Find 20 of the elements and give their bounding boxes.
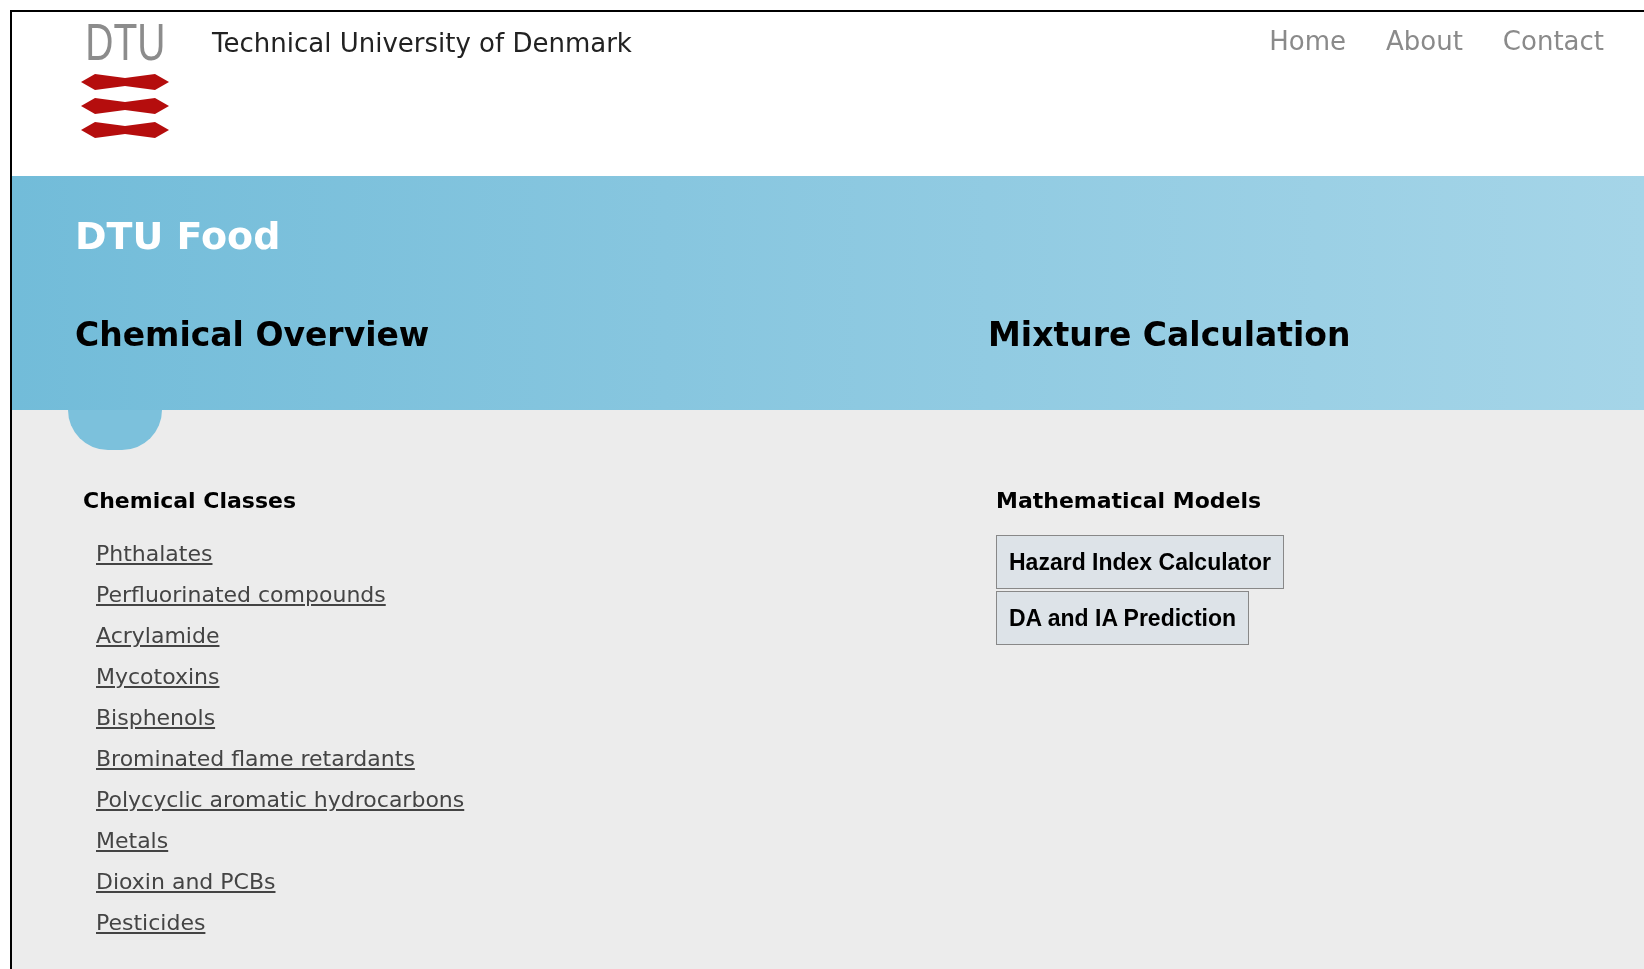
model-button[interactable]: DA and IA Prediction — [996, 591, 1250, 645]
chemical-class-link[interactable]: Mycotoxins — [96, 656, 220, 697]
chemical-class-link[interactable]: Bisphenols — [96, 697, 216, 738]
chemical-class-link[interactable]: Acrylamide — [96, 615, 220, 656]
chemical-class-link[interactable]: Phthalates — [96, 533, 213, 574]
chemical-class-link[interactable]: Dioxin and PCBs — [96, 861, 276, 902]
chemical-class-link[interactable]: Brominated flame retardants — [96, 738, 415, 779]
logo-icon — [81, 72, 169, 140]
site-title: Technical University of Denmark — [212, 27, 632, 60]
logo-text: DTU — [84, 14, 166, 70]
section-heading: Mathematical Models — [996, 487, 1263, 515]
section-tab[interactable]: Chemical Overview — [68, 310, 430, 450]
section-tab[interactable]: Mixture Calculation — [981, 310, 1351, 360]
chemical-class-link[interactable]: Pesticides — [96, 902, 206, 943]
model-button[interactable]: Hazard Index Calculator — [996, 535, 1285, 589]
chemical-class-link[interactable]: Perfluorinated compounds — [96, 574, 386, 615]
banner-title: DTU Food — [75, 213, 282, 260]
chemical-class-link[interactable]: Metals — [96, 820, 169, 861]
section-heading: Chemical Classes — [83, 487, 298, 515]
chemical-class-link[interactable]: Polycyclic aromatic hydrocarbons — [96, 779, 465, 820]
